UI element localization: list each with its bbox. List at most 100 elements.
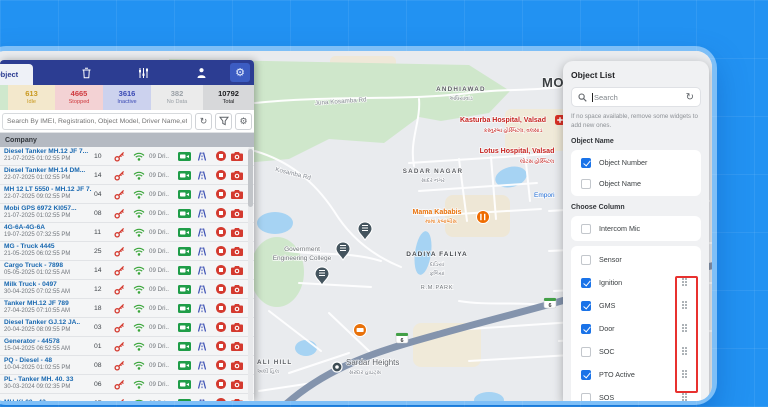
- checkbox[interactable]: [581, 179, 591, 189]
- checkbox[interactable]: [581, 158, 591, 168]
- route-track-icon[interactable]: [196, 304, 208, 313]
- camera-icon[interactable]: [231, 285, 243, 294]
- stop-button-icon[interactable]: [216, 246, 226, 256]
- trash-icon[interactable]: [81, 67, 93, 79]
- wifi-signal-icon[interactable]: [133, 266, 145, 275]
- camera-icon[interactable]: [231, 380, 243, 389]
- camera-icon[interactable]: [231, 304, 243, 313]
- vehicle-name-link[interactable]: Cargo Truck - 7898: [4, 262, 92, 270]
- vehicle-row[interactable]: 4G-6A-4G-6A 19-07-2025 07:32:55 PM 11 09…: [0, 223, 254, 242]
- lodging-marker[interactable]: [354, 324, 367, 337]
- checkbox[interactable]: [581, 255, 591, 265]
- video-camera-icon[interactable]: [178, 361, 191, 370]
- vehicle-name-link[interactable]: MG - Truck 4445: [4, 243, 92, 251]
- ignition-key-icon[interactable]: [114, 379, 125, 390]
- filter-sliders-icon[interactable]: [138, 67, 150, 79]
- stop-button-icon[interactable]: [216, 341, 226, 351]
- stop-button-icon[interactable]: [216, 303, 226, 313]
- stop-button-icon[interactable]: [216, 379, 226, 389]
- wifi-signal-icon[interactable]: [133, 361, 145, 370]
- vehicle-name-link[interactable]: Generator - 44578: [4, 338, 92, 346]
- wifi-signal-icon[interactable]: [133, 209, 145, 218]
- checkbox[interactable]: [581, 370, 591, 380]
- vehicle-row[interactable]: Diesel Tanker MH.12 JF 7... 21-07-2025 0…: [0, 147, 254, 166]
- company-column-header[interactable]: Company: [0, 133, 254, 147]
- route-track-icon[interactable]: [196, 323, 208, 332]
- vehicle-row[interactable]: PQ - Diesel - 48 10-04-2025 01:02:55 PM …: [0, 356, 254, 375]
- refresh-icon[interactable]: ↻: [195, 113, 212, 130]
- route-track-icon[interactable]: [196, 209, 208, 218]
- wifi-signal-icon[interactable]: [133, 171, 145, 180]
- wifi-signal-icon[interactable]: [133, 323, 145, 332]
- ignition-key-icon[interactable]: [114, 341, 125, 352]
- vehicle-row[interactable]: Cargo Truck - 7898 05-05-2025 01:02:55 A…: [0, 261, 254, 280]
- route-track-icon[interactable]: [196, 190, 208, 199]
- checkbox[interactable]: [581, 301, 591, 311]
- video-camera-icon[interactable]: [178, 209, 191, 218]
- wifi-signal-icon[interactable]: [133, 285, 145, 294]
- vehicle-name-link[interactable]: MH-KL00 - 42: [4, 399, 92, 401]
- wifi-signal-icon[interactable]: [133, 152, 145, 161]
- video-camera-icon[interactable]: [178, 266, 191, 275]
- stop-button-icon[interactable]: [216, 265, 226, 275]
- stop-button-icon[interactable]: [216, 170, 226, 180]
- stop-button-icon[interactable]: [216, 227, 226, 237]
- stat-total[interactable]: 10792 Total: [203, 85, 254, 110]
- ignition-key-icon[interactable]: [114, 151, 125, 162]
- vehicle-name-link[interactable]: 4G-6A-4G-6A: [4, 224, 92, 232]
- ignition-key-icon[interactable]: [114, 322, 125, 333]
- search-input[interactable]: [2, 113, 192, 130]
- ignition-key-icon[interactable]: [114, 303, 125, 314]
- settings-gear-icon[interactable]: ⚙: [230, 63, 250, 82]
- wifi-signal-icon[interactable]: [133, 228, 145, 237]
- video-camera-icon[interactable]: [178, 228, 191, 237]
- checkbox[interactable]: [581, 393, 591, 401]
- wifi-signal-icon[interactable]: [133, 304, 145, 313]
- route-track-icon[interactable]: [196, 247, 208, 256]
- camera-icon[interactable]: [231, 190, 243, 199]
- vehicle-row[interactable]: Milk Truck - 0497 30-04-2025 07:02:55 AM…: [0, 280, 254, 299]
- widget-search-box[interactable]: Search ↻: [571, 87, 701, 107]
- vehicle-name-link[interactable]: PQ - Diesel - 48: [4, 357, 92, 365]
- ignition-key-icon[interactable]: [114, 208, 125, 219]
- stop-button-icon[interactable]: [216, 398, 226, 401]
- vehicle-name-link[interactable]: Mobi GPS 6972 KI057...: [4, 205, 92, 213]
- vehicle-name-link[interactable]: PL - Tanker MH. 40. 33: [4, 376, 92, 384]
- ignition-key-icon[interactable]: [114, 360, 125, 371]
- stat-running[interactable]: [0, 85, 8, 110]
- vehicle-name-link[interactable]: Tanker MH.12 JF 789: [4, 300, 92, 308]
- intercom-option[interactable]: Intercom Mic: [571, 218, 701, 239]
- route-track-icon[interactable]: [196, 228, 208, 237]
- restaurant-marker[interactable]: [477, 211, 490, 224]
- ignition-key-icon[interactable]: [114, 246, 125, 257]
- video-camera-icon[interactable]: [178, 190, 191, 199]
- filter-funnel-icon[interactable]: [215, 113, 232, 130]
- refresh-icon[interactable]: ↻: [686, 92, 694, 103]
- stat-idle[interactable]: 613 Idle: [8, 85, 55, 110]
- wifi-signal-icon[interactable]: [133, 342, 145, 351]
- ignition-key-icon[interactable]: [114, 227, 125, 238]
- video-camera-icon[interactable]: [178, 323, 191, 332]
- camera-icon[interactable]: [231, 247, 243, 256]
- vehicle-row[interactable]: Diesel Tanker MH.14 DM... 22-07-2025 01:…: [0, 166, 254, 185]
- video-camera-icon[interactable]: [178, 380, 191, 389]
- vehicle-row[interactable]: Tanker MH.12 JF 789 27-04-2025 07:10:55 …: [0, 299, 254, 318]
- video-camera-icon[interactable]: [178, 285, 191, 294]
- stat-nodata[interactable]: 382 No Data: [151, 85, 203, 110]
- ignition-key-icon[interactable]: [114, 398, 125, 402]
- list-scrollbar[interactable]: [248, 147, 253, 401]
- camera-icon[interactable]: [231, 361, 243, 370]
- route-track-icon[interactable]: [196, 266, 208, 275]
- camera-icon[interactable]: [231, 228, 243, 237]
- route-track-icon[interactable]: [196, 342, 208, 351]
- camera-icon[interactable]: [231, 209, 243, 218]
- stat-inactive[interactable]: 3616 Inactive: [103, 85, 151, 110]
- camera-icon[interactable]: [231, 399, 243, 402]
- stop-button-icon[interactable]: [216, 151, 226, 161]
- driver-person-icon[interactable]: [196, 67, 208, 79]
- video-camera-icon[interactable]: [178, 304, 191, 313]
- camera-icon[interactable]: [231, 323, 243, 332]
- video-camera-icon[interactable]: [178, 247, 191, 256]
- route-track-icon[interactable]: [196, 171, 208, 180]
- scrollbar-thumb[interactable]: [248, 149, 253, 207]
